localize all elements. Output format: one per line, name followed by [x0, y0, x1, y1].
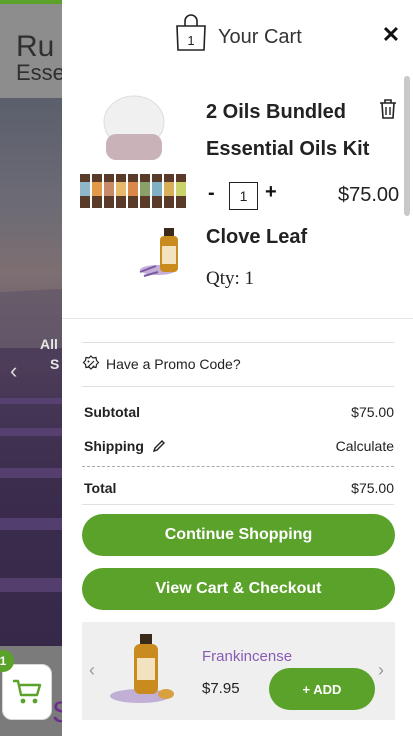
- cart-header: 1 Your Cart ✕: [62, 0, 413, 76]
- continue-shopping-button[interactable]: Continue Shopping: [82, 514, 395, 556]
- site-logo-line2: Esse: [16, 60, 65, 85]
- pencil-icon[interactable]: [152, 439, 166, 453]
- cart-item-price: $75.00: [338, 184, 400, 206]
- discount-tag-icon: [82, 355, 100, 370]
- bag-count: 1: [187, 33, 194, 48]
- shipping-label-group: Shipping: [84, 438, 166, 454]
- promo-code-label: Have a Promo Code?: [106, 356, 241, 372]
- shipping-label: Shipping: [84, 438, 144, 454]
- total-label: Total: [84, 480, 117, 496]
- subtotal-value: $75.00: [351, 404, 394, 420]
- kit-product-image: [80, 95, 186, 208]
- subtotal-label: Subtotal: [84, 404, 140, 420]
- cart-icon: [13, 679, 42, 704]
- upsell-add-button[interactable]: + ADD: [269, 668, 375, 710]
- view-cart-checkout-button[interactable]: View Cart & Checkout: [82, 568, 395, 610]
- quantity-input[interactable]: 1: [229, 182, 258, 210]
- floating-cart-button[interactable]: [2, 664, 52, 720]
- hero-text-2: S: [50, 356, 60, 372]
- hero-prev-arrow: ‹: [10, 358, 18, 383]
- cart-title: Your Cart: [218, 26, 302, 48]
- close-cart-button[interactable]: ✕: [380, 24, 402, 46]
- cart-item-quantity: Qty: 1: [206, 268, 255, 289]
- upsell-carousel: ‹ Frankincense $7.95 + ADD ›: [82, 622, 395, 720]
- quantity-increase-button[interactable]: +: [265, 181, 277, 204]
- divider: [62, 318, 413, 319]
- calculate-shipping-link[interactable]: Calculate: [336, 438, 394, 454]
- cart-item-name[interactable]: Clove Leaf: [206, 226, 307, 249]
- carousel-next-arrow[interactable]: ›: [378, 660, 384, 681]
- upsell-product-price: $7.95: [202, 680, 240, 697]
- shipping-row: Shipping Calculate: [84, 438, 394, 454]
- carousel-prev-arrow[interactable]: ‹: [89, 660, 95, 681]
- cart-drawer: 1 Your Cart ✕ 2 Oils Bundled Essential O…: [62, 0, 413, 736]
- site-logo-line1: Ru: [16, 30, 55, 63]
- promo-code-toggle[interactable]: Have a Promo Code?: [82, 342, 394, 386]
- hero-text-1: All: [40, 336, 58, 352]
- subtotal-row: Subtotal $75.00: [84, 404, 394, 420]
- cart-items-list[interactable]: 2 Oils Bundled Essential Oils Kit - 1 + …: [62, 76, 413, 318]
- quantity-decrease-button[interactable]: -: [208, 182, 215, 205]
- total-value: $75.00: [351, 480, 394, 496]
- shopping-bag-icon: 1: [176, 14, 206, 51]
- trash-icon[interactable]: [378, 98, 398, 120]
- cart-item-name[interactable]: 2 Oils Bundled Essential Oils Kit: [206, 94, 376, 168]
- cart-items-scrollbar[interactable]: [404, 76, 410, 216]
- clove-leaf-product-image: [139, 228, 178, 277]
- divider: [82, 504, 394, 505]
- upsell-product-name[interactable]: Frankincense: [202, 648, 292, 665]
- divider: [82, 466, 394, 467]
- divider: [82, 386, 394, 387]
- frankincense-product-image: [110, 634, 174, 703]
- total-row: Total $75.00: [84, 480, 394, 496]
